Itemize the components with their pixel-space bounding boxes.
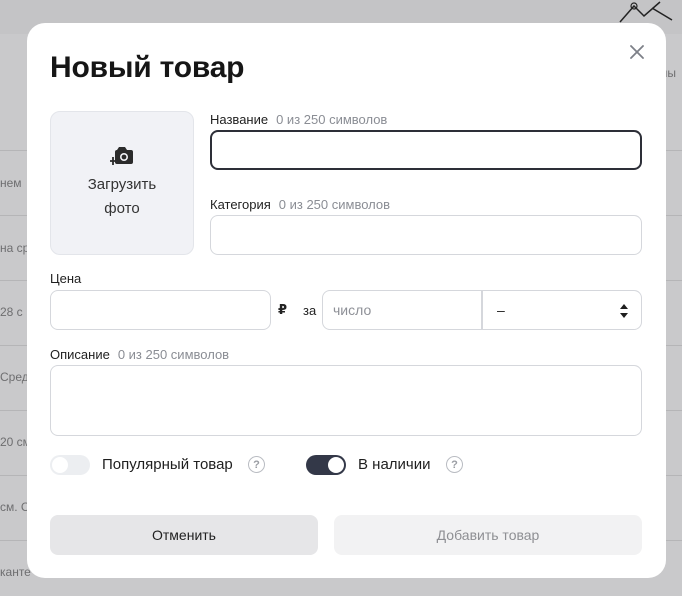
add-product-button[interactable]: Добавить товар [334,515,642,555]
close-icon [630,45,644,59]
category-char-count: 0 из 250 символов [278,197,391,212]
description-textarea[interactable] [50,365,642,436]
in-stock-toggle[interactable] [306,455,346,475]
new-product-modal: Новый товар Загрузить фото Название 0 из … [27,23,666,578]
per-label: за [303,303,317,318]
category-label-text: Категория [210,197,271,212]
currency-symbol: ₽ [278,302,288,317]
quantity-input[interactable] [322,290,482,330]
modal-title: Новый товар [50,51,245,84]
background-text: канте [0,565,31,579]
background-text: на ср [0,241,30,255]
close-button[interactable] [626,41,648,63]
upload-photo-label: Загрузить фото [87,176,157,217]
toggle-knob [328,457,344,473]
price-input[interactable] [50,290,271,330]
name-label: Название 0 из 250 символов [210,112,387,127]
sort-arrows-icon [620,304,628,318]
in-stock-help-icon[interactable]: ? [446,456,463,473]
unit-select[interactable]: – [482,290,642,330]
popular-label: Популярный товар [102,456,233,473]
description-label-text: Описание [50,347,110,362]
description-char-count: 0 из 250 символов [117,347,230,362]
upload-photo-button[interactable]: Загрузить фото [50,111,194,255]
background-text: нем [0,176,22,190]
description-label: Описание 0 из 250 символов [50,347,229,362]
name-input[interactable] [210,130,642,170]
name-char-count: 0 из 250 символов [276,112,388,127]
in-stock-label: В наличии [358,456,431,473]
unit-select-value: – [497,302,505,318]
price-label: Цена [50,271,82,286]
name-label-text: Название [210,112,269,127]
camera-plus-icon [110,147,133,165]
toggle-knob [52,457,68,473]
popular-toggle[interactable] [50,455,90,475]
category-label: Категория 0 из 250 символов [210,197,390,212]
cancel-button[interactable]: Отменить [50,515,318,555]
background-text: см. С [0,500,30,514]
background-text: 28 с [0,305,23,319]
popular-help-icon[interactable]: ? [248,456,265,473]
category-input[interactable] [210,215,642,255]
